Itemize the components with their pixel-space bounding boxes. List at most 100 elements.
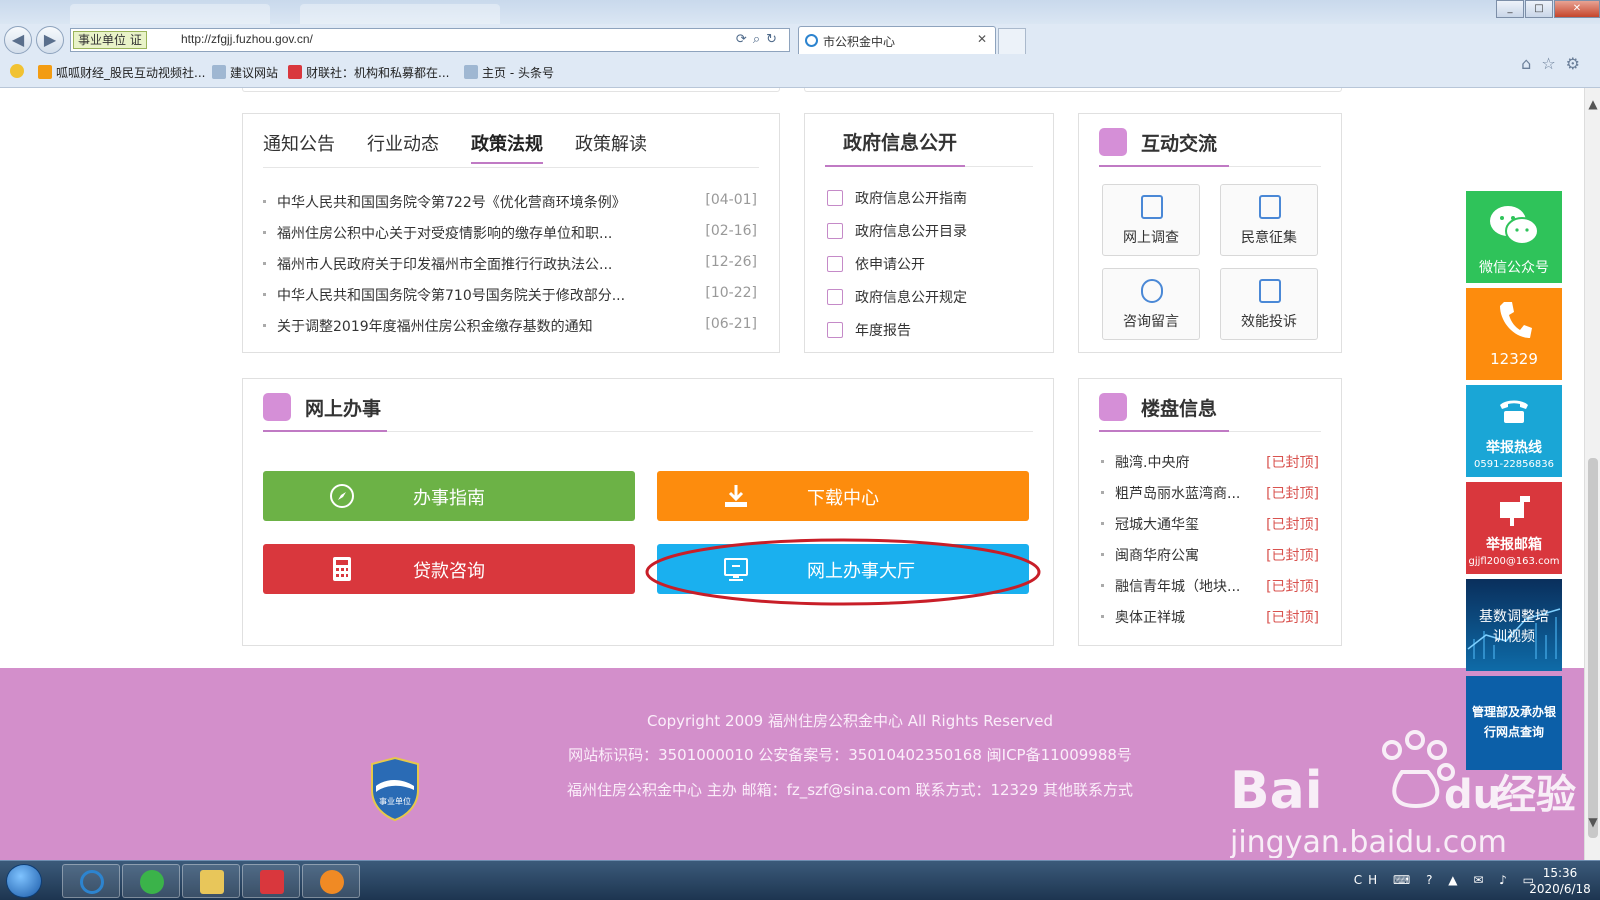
badge-text: 事业单位 xyxy=(379,796,411,806)
refresh-icon[interactable]: ↻ xyxy=(766,32,783,47)
scroll-down-icon[interactable]: ▼ xyxy=(1585,814,1600,830)
certificate-badge[interactable]: 事业单位 证 xyxy=(73,31,147,49)
system-tray[interactable]: CH ⌨ ? ▲ ✉ ♪ ▭ xyxy=(1354,873,1540,887)
compat-icon[interactable]: ⟳ xyxy=(736,32,753,47)
tab-notices[interactable]: 通知公告 xyxy=(263,124,335,164)
news-item[interactable]: 福州市人民政府关于印发福州市全面推行行政执法公... [12-26] xyxy=(263,253,757,275)
panel-edge xyxy=(804,88,1342,92)
document-icon xyxy=(1259,195,1281,219)
telephone-icon xyxy=(1500,400,1528,423)
favorite-link-2[interactable]: 建议网站 xyxy=(212,64,278,81)
taskbar-explorer[interactable] xyxy=(182,864,240,898)
back-button[interactable]: ◀ xyxy=(4,26,32,54)
input-method-indicator[interactable]: CH xyxy=(1354,873,1383,887)
news-item[interactable]: 福州住房公积中心关于对受疫情影响的缴存单位和职... [02-16] xyxy=(263,222,757,244)
clipboard-icon xyxy=(263,393,291,421)
news-item[interactable]: 中华人民共和国国务院令第722号《优化营商环境条例》 [04-01] xyxy=(263,191,757,213)
background-tab[interactable] xyxy=(70,4,270,24)
panel-title: 网上办事 xyxy=(305,397,382,420)
opinion-collection-button[interactable]: 民意征集 xyxy=(1220,184,1318,256)
download-center-button[interactable]: 下载中心 xyxy=(657,471,1029,521)
favorite-label: 财联社：机构和私募都在... xyxy=(306,66,450,80)
panel-header: 网上办事 xyxy=(263,393,381,421)
consult-message-button[interactable]: 咨询留言 xyxy=(1102,268,1200,340)
news-tabs: 通知公告 行业动态 政策法规 政策解读 xyxy=(263,124,679,164)
pen-icon xyxy=(1259,279,1281,303)
scrollbar-thumb[interactable] xyxy=(1588,458,1598,838)
phone-12329-button[interactable]: 12329 xyxy=(1466,288,1562,380)
taskbar-firefox[interactable] xyxy=(302,864,360,898)
page-viewport: 通知公告 行业动态 政策法规 政策解读 中华人民共和国国务院令第722号《优化营… xyxy=(0,88,1584,860)
maximize-button[interactable]: □ xyxy=(1525,0,1553,18)
wechat-account-button[interactable]: 微信公众号 xyxy=(1466,191,1562,283)
taskbar-ie[interactable] xyxy=(62,864,120,898)
taskbar-360-browser[interactable] xyxy=(122,864,180,898)
news-item[interactable]: 关于调整2019年度福州住房公积金缴存基数的通知 [06-21] xyxy=(263,315,757,337)
panel-title: 政府信息公开 xyxy=(843,132,958,154)
favorites-star-icon[interactable] xyxy=(10,64,28,79)
property-item[interactable]: 闽商华府公寓 [已封顶] xyxy=(1101,544,1319,566)
loan-consult-button[interactable]: 贷款咨询 xyxy=(263,544,635,594)
panel-header: 楼盘信息 xyxy=(1099,393,1217,421)
address-tools[interactable]: ⟳⌕↻ xyxy=(736,32,783,47)
title-bar: _ □ ✕ xyxy=(0,0,1600,24)
clock[interactable]: 15:36 2020/6/18 xyxy=(1528,865,1592,897)
search-icon[interactable]: ⌕ xyxy=(753,32,766,47)
favorite-link-4[interactable]: 主页 - 头条号 xyxy=(464,64,554,81)
chat-icon xyxy=(1141,279,1163,303)
interaction-panel: 互动交流 网上调查 民意征集 咨询留言 效能投诉 xyxy=(1078,113,1342,353)
news-item[interactable]: 中华人民共和国国务院令第710号国务院关于修改部分... [10-22] xyxy=(263,284,757,306)
background-tab[interactable] xyxy=(300,4,500,24)
efficiency-complaint-button[interactable]: 效能投诉 xyxy=(1220,268,1318,340)
favorite-label: 呱呱财经_股民互动视频社... xyxy=(56,66,206,80)
wechat-icon xyxy=(1490,206,1539,245)
page-icon xyxy=(212,65,226,79)
tab-industry[interactable]: 行业动态 xyxy=(367,124,439,164)
fav-site-icon xyxy=(38,65,52,79)
taskbar-app[interactable] xyxy=(242,864,300,898)
base-adjustment-video-button[interactable]: 基数调整培训视频 xyxy=(1466,579,1562,671)
property-item[interactable]: 融湾.中央府 [已封顶] xyxy=(1101,451,1319,473)
service-guide-button[interactable]: 办事指南 xyxy=(263,471,635,521)
property-item[interactable]: 融信青年城（地块... [已封顶] xyxy=(1101,575,1319,597)
clock-time: 15:36 xyxy=(1542,866,1578,880)
calculator-icon xyxy=(333,557,351,581)
vertical-scrollbar[interactable]: ▲ ▼ xyxy=(1584,88,1600,860)
list-icon xyxy=(827,322,843,338)
property-item[interactable]: 冠城大通华玺 [已封顶] xyxy=(1101,513,1319,535)
start-button[interactable] xyxy=(6,864,42,898)
active-tab[interactable]: 市公积金中心 ✕ xyxy=(798,26,996,54)
scroll-up-icon[interactable]: ▲ xyxy=(1585,96,1600,112)
favorite-link-1[interactable]: 呱呱财经_股民互动视频社... xyxy=(38,64,205,81)
tab-policy[interactable]: 政策法规 xyxy=(471,124,543,164)
tab-interpretation[interactable]: 政策解读 xyxy=(575,124,647,164)
baidu-jingyan-watermark: Bai du 经验 jingyan.baidu.com xyxy=(1230,730,1576,858)
report-hotline-button[interactable]: 举报热线 0591-22856836 xyxy=(1466,385,1562,477)
divider xyxy=(1099,430,1321,432)
address-bar[interactable]: 事业单位 证 http://zfgjj.fuzhou.gov.cn/ ⟳⌕↻ xyxy=(70,28,790,52)
property-item[interactable]: 奥体正祥城 [已封顶] xyxy=(1101,606,1319,628)
ie-icon xyxy=(80,870,104,894)
close-window-button[interactable]: ✕ xyxy=(1554,0,1600,18)
apply-icon xyxy=(827,256,843,272)
divider xyxy=(1099,165,1321,167)
property-item[interactable]: 粗芦岛丽水蓝湾商... [已封顶] xyxy=(1101,482,1319,504)
chat-bubble-icon xyxy=(1099,128,1127,156)
divider xyxy=(825,165,1033,167)
svg-text:Bai: Bai xyxy=(1230,761,1323,821)
minimize-button[interactable]: _ xyxy=(1496,0,1524,18)
online-survey-button[interactable]: 网上调查 xyxy=(1102,184,1200,256)
report-mailbox-button[interactable]: 举报邮箱 gjjfl200@163.com xyxy=(1466,482,1562,574)
cls-icon xyxy=(288,65,302,79)
forward-button[interactable]: ▶ xyxy=(36,26,64,54)
public-institution-badge[interactable]: 事业单位 xyxy=(368,756,422,822)
firefox-icon xyxy=(320,870,344,894)
url-text[interactable]: http://zfgjj.fuzhou.gov.cn/ xyxy=(181,32,313,46)
app-icon xyxy=(260,870,284,894)
close-tab-icon[interactable]: ✕ xyxy=(977,32,987,46)
favorite-link-3[interactable]: 财联社：机构和私募都在... xyxy=(288,64,449,81)
document-icon xyxy=(827,223,843,239)
highlight-ellipse xyxy=(645,538,1041,606)
divider xyxy=(263,167,759,168)
new-tab-button[interactable] xyxy=(998,28,1026,54)
